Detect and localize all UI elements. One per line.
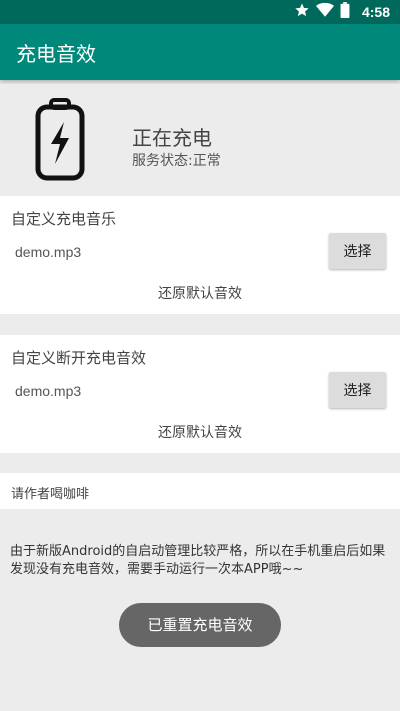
status-icons: 4:58: [294, 2, 390, 22]
toast-message: 已重置充电音效: [119, 603, 281, 647]
charge-status-title: 正在充电: [132, 126, 212, 150]
buy-coffee-label: 请作者喝咖啡: [11, 487, 90, 502]
restore-default-button[interactable]: 还原默认音效: [0, 283, 400, 303]
disconnect-sound-section: 自定义断开充电音效 demo.mp3 选择 还原默认音效: [0, 335, 400, 453]
star-icon: [294, 2, 310, 22]
app-title: 充电音效: [16, 42, 96, 66]
wifi-icon: [315, 2, 334, 22]
file-name: demo.mp3: [15, 244, 82, 260]
restore-default-button[interactable]: 还原默认音效: [0, 422, 400, 442]
section-title: 自定义断开充电音效: [11, 349, 147, 367]
section-title: 自定义充电音乐: [11, 210, 117, 228]
battery-charging-icon: [34, 98, 86, 182]
battery-status-icon: [340, 2, 350, 22]
charge-status-card: 正在充电 服务状态:正常: [0, 84, 400, 196]
file-name: demo.mp3: [15, 383, 82, 399]
choose-button[interactable]: 选择: [329, 233, 386, 269]
connect-sound-section: 自定义充电音乐 demo.mp3 选择 还原默认音效: [0, 196, 400, 314]
choose-button[interactable]: 选择: [329, 372, 386, 408]
status-bar: 4:58: [0, 0, 400, 24]
autostart-note: 由于新版Android的自启动管理比较严格，所以在手机重启后如果发现没有充电音效…: [10, 544, 386, 577]
status-time: 4:58: [361, 4, 390, 20]
app-bar: 充电音效: [0, 24, 400, 80]
service-status-text: 服务状态:正常: [132, 153, 221, 169]
buy-coffee-row[interactable]: 请作者喝咖啡: [0, 473, 400, 509]
